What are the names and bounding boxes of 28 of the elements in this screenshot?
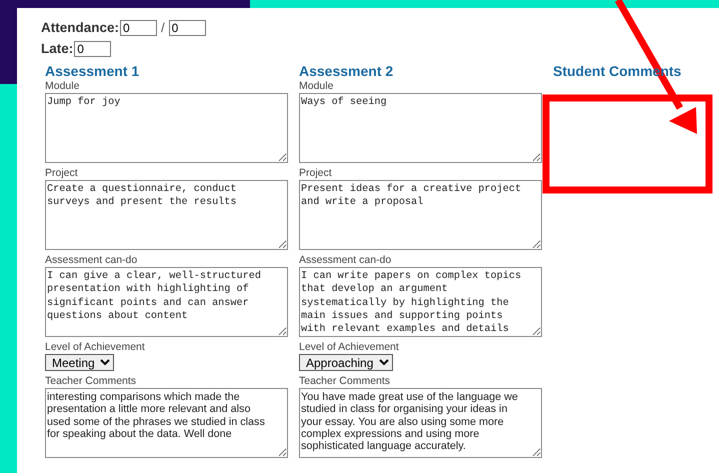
section-heading: Assessment 1 [45, 63, 140, 80]
text-area-field[interactable]: I can give a clear, well-structured presentation with highlighting of significant points and can answer questions about content [45, 267, 288, 337]
text-area-field[interactable]: Jump for joy [45, 93, 288, 163]
field-label: Level of Achievement [299, 341, 400, 354]
field-label: Level of Achievement [45, 341, 146, 354]
late-label: Late: [41, 41, 74, 56]
field-label: Module [299, 80, 334, 93]
field-label: Assessment can-do [45, 254, 138, 267]
text-area-field[interactable]: Present ideas for a creative project and write a proposal [299, 180, 542, 250]
field-label: Teacher Comments [299, 375, 392, 388]
field-label: Module [45, 80, 80, 93]
field-label: Teacher Comments [45, 375, 138, 388]
level-dropdown[interactable]: Approaching [299, 354, 393, 371]
number-field[interactable]: 0 [120, 20, 158, 36]
field-label: Project [299, 167, 333, 180]
text-area-field[interactable]: I can write papers on complex topics that develop an argument systematically by highlighting the main issues and supporting points with relevant examples and details [299, 267, 542, 337]
section-heading: Assessment 2 [299, 63, 394, 80]
number-field[interactable]: 0 [168, 20, 206, 36]
text-area-field[interactable]: You have made great use of the language we studied in class for organising your ideas in your essay. You are also using some more complex expressions and using more sophisticated language accurately. [299, 388, 542, 458]
level-dropdown[interactable]: Meeting [45, 354, 114, 371]
attendance-label: Attendance: [41, 20, 120, 35]
number-field[interactable]: 0 [74, 40, 112, 56]
text-area-field[interactable]: Ways of seeing [299, 93, 542, 163]
field-label: Project [45, 167, 79, 180]
field-label: Assessment can-do [299, 254, 392, 267]
text-area-field[interactable]: Create a questionnaire, conduct surveys and present the results [45, 180, 288, 250]
text-area-field[interactable]: interesting comparisons which made the presentation a little more relevant and also used some of the phrases we studied in class for speaking about the data. Well done [45, 388, 288, 458]
separator-text: / [161, 20, 165, 35]
